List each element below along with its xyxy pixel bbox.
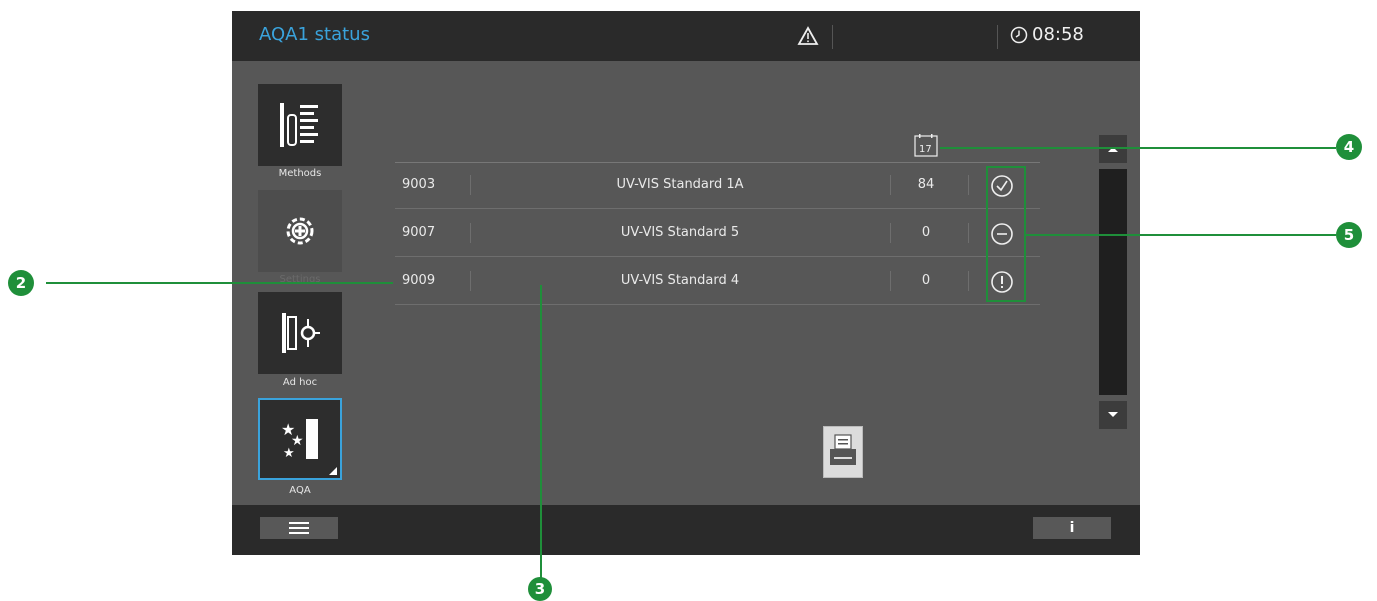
- printer-icon: [830, 434, 856, 465]
- scroll-down-button[interactable]: [1099, 401, 1127, 429]
- status-icons-highlight: [986, 166, 1026, 302]
- row-id: 9009: [402, 273, 436, 288]
- row-id: 9007: [402, 225, 436, 240]
- divider: [997, 25, 998, 49]
- chevron-down-icon: [1108, 412, 1118, 417]
- callout-leader-line: [1026, 234, 1336, 236]
- sidebar-item-label: AQA: [289, 485, 311, 496]
- bottom-bar: i: [232, 505, 1140, 555]
- hamburger-menu-icon: [289, 522, 309, 534]
- callout-marker-2: 2: [8, 270, 34, 296]
- table-row[interactable]: 9009 UV-VIS Standard 4 0: [395, 259, 1040, 305]
- divider: [470, 175, 471, 195]
- divider: [968, 175, 969, 195]
- callout-marker-3: 3: [528, 577, 552, 601]
- methods-icon: [280, 103, 318, 147]
- row-name: UV-VIS Standard 1A: [616, 177, 744, 192]
- divider: [890, 175, 891, 195]
- top-bar: AQA1 status 08:58: [232, 11, 1140, 61]
- clock-icon: [1010, 26, 1028, 43]
- row-days: 0: [921, 225, 931, 240]
- callout-marker-4: 4: [1336, 134, 1362, 160]
- row-line: [395, 304, 1040, 305]
- sidebar-item-methods[interactable]: [258, 84, 342, 166]
- divider: [470, 271, 471, 291]
- print-button[interactable]: [823, 426, 863, 478]
- callout-leader-line: [46, 282, 393, 284]
- table-row[interactable]: 9003 UV-VIS Standard 1A 84: [395, 163, 1040, 209]
- menu-button[interactable]: [260, 517, 338, 539]
- sidebar-item-aqa[interactable]: ★ ★ ★: [258, 398, 342, 480]
- row-line: [395, 256, 1040, 257]
- clock: 08:58: [1010, 24, 1084, 45]
- clock-time: 08:58: [1032, 24, 1084, 45]
- callout-leader-line: [940, 147, 1336, 149]
- calendar-date: 17: [919, 144, 932, 155]
- callout-leader-line: [540, 285, 542, 579]
- warning-triangle-icon[interactable]: [797, 26, 819, 46]
- aqa-stars-icon: ★ ★ ★: [281, 419, 318, 461]
- settings-gear-icon: [286, 217, 314, 245]
- scroll-up-button[interactable]: [1099, 135, 1127, 163]
- info-button[interactable]: i: [1033, 517, 1111, 539]
- corner-indicator: [329, 467, 337, 475]
- row-days: 0: [921, 273, 931, 288]
- svg-text:★: ★: [283, 446, 295, 461]
- calendar-icon: 17: [914, 134, 938, 157]
- divider: [890, 271, 891, 291]
- divider: [470, 223, 471, 243]
- scroll-track[interactable]: [1099, 169, 1127, 395]
- scrollbar[interactable]: [1099, 135, 1127, 429]
- sidebar-item-settings[interactable]: [258, 190, 342, 272]
- divider: [968, 271, 969, 291]
- row-name: UV-VIS Standard 4: [620, 273, 740, 288]
- sidebar-item-label: Methods: [278, 168, 322, 179]
- divider: [890, 223, 891, 243]
- divider: [968, 223, 969, 243]
- table-row[interactable]: 9007 UV-VIS Standard 5 0: [395, 211, 1040, 257]
- callout-marker-5: 5: [1336, 222, 1362, 248]
- sidebar-item-ad-hoc[interactable]: [258, 292, 342, 374]
- row-line: [395, 208, 1040, 209]
- ad-hoc-icon: [282, 313, 320, 353]
- row-name: UV-VIS Standard 5: [620, 225, 740, 240]
- row-id: 9003: [402, 177, 436, 192]
- sidebar-item-label: Ad hoc: [282, 377, 318, 388]
- page-title: AQA1 status: [259, 24, 370, 45]
- row-days: 84: [917, 177, 935, 192]
- divider: [832, 25, 833, 49]
